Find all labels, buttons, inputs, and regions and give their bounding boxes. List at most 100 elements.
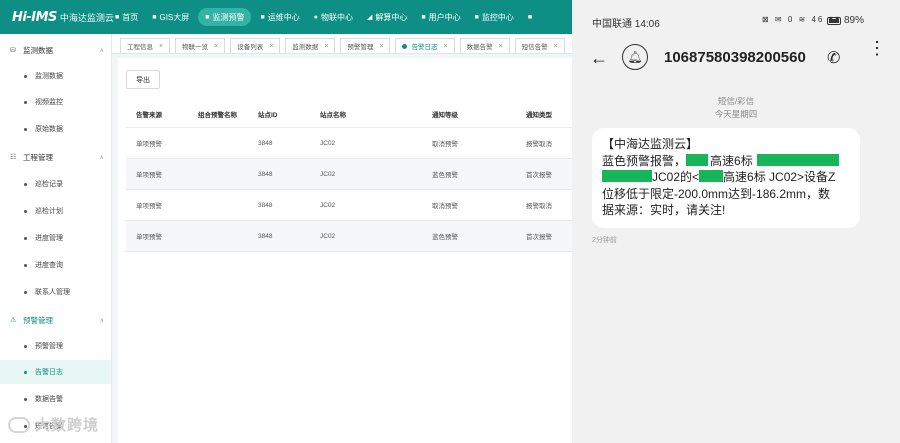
- table-row[interactable]: 单项预警 3848 JC02 取消预警 报警取消: [126, 190, 572, 221]
- tab-sms-alarm[interactable]: 短信告警 ×: [514, 38, 565, 53]
- table-cell: 取消预警: [432, 203, 458, 210]
- nav-item-more[interactable]: ■: [521, 0, 542, 34]
- sidebar-item-data-alarm[interactable]: 数据告警: [0, 387, 111, 411]
- phone-call-icon[interactable]: ✆: [827, 48, 840, 68]
- nav-label: 监控中心: [481, 12, 514, 22]
- table-cell: 3848: [258, 232, 273, 240]
- sidebar-item-label: 数据告警: [35, 396, 63, 403]
- phone-sms-screen: 中国联通 14:06 ⊠ ✉ 0 ≋ 46 ▮▮ 89% ← 🔔︎ 106875…: [572, 0, 900, 443]
- nav-label: 物联中心: [320, 12, 353, 22]
- sidebar-item-label: 预警管理: [35, 343, 63, 350]
- sidebar-group-label: 工程管理: [23, 152, 53, 162]
- table-row[interactable]: 单项预警 3848 JC02 蓝色预警 首次报警: [126, 221, 572, 252]
- message-line: 据来源：实时，请关注!: [602, 203, 726, 217]
- nav-item-analysis[interactable]: ◢ 解算中心: [360, 0, 414, 34]
- alarm-log-table: 告警来源 组合预警名称 站点ID 站点名称 通知等级 通知类型 单项预警 384…: [126, 100, 572, 252]
- sidebar-item-inspection-record[interactable]: 巡检记录: [0, 172, 111, 196]
- tab-label: 数据告警: [466, 44, 493, 51]
- tab-project-info[interactable]: 工程信息 ×: [120, 38, 171, 53]
- message-type-label: 短信/彩信: [717, 96, 755, 106]
- nav-item-iot[interactable]: ● 物联中心: [307, 0, 360, 34]
- close-icon[interactable]: ×: [269, 43, 273, 50]
- close-icon[interactable]: ×: [159, 43, 163, 50]
- app-logo[interactable]: Hi-IMS 中海达监测云: [0, 0, 114, 34]
- table-cell: JC02: [320, 232, 336, 240]
- tab-label: 短信告警: [521, 44, 548, 51]
- more-icon: ■: [527, 13, 533, 21]
- message-text: JC02的<: [652, 170, 700, 184]
- sidebar-group-engineering[interactable]: ☷ 工程管理 ∧: [0, 149, 112, 165]
- sidebar-item-monitor-data[interactable]: 监测数据: [0, 64, 111, 88]
- logo-mark: Hi-IMS: [12, 9, 57, 25]
- alarm-icon: ⚠: [10, 317, 17, 324]
- table-row[interactable]: 单项预警 3848 JC02 蓝色预警 首次报警: [126, 159, 572, 190]
- nav-item-monitor-warning[interactable]: ■ 监测预警: [198, 8, 252, 26]
- column-header: 通知类型: [526, 111, 552, 119]
- close-icon[interactable]: ×: [499, 43, 503, 50]
- sidebar-item-contacts[interactable]: 联系人管理: [0, 280, 111, 304]
- table-cell: 3848: [258, 201, 273, 209]
- sidebar-item-label: 视频监控: [35, 99, 63, 106]
- tab-iot-overview[interactable]: 物联一览 ×: [175, 38, 226, 53]
- control-icon: ■: [474, 13, 479, 21]
- sms-message-bubble[interactable]: 【中海达监测云】 蓝色预警报警， 高速6标 JC02的< 高速6标 JC02>设备Z…: [592, 128, 860, 228]
- chevron-up-icon: ∧: [99, 317, 104, 324]
- export-button[interactable]: 导出: [126, 70, 160, 89]
- sidebar-item-label: 告警日志: [35, 369, 63, 376]
- close-icon[interactable]: ×: [443, 43, 447, 50]
- table-cell: 单项预警: [136, 141, 162, 148]
- status-bar: 中国联通 14:06 ⊠ ✉ 0 ≋ 46 ▮▮ 89%: [572, 0, 900, 40]
- sidebar-group-monitor-data[interactable]: ⛁ 监测数据 ∧: [0, 42, 112, 58]
- tab-alarm-log[interactable]: 告警日志 ×: [395, 38, 455, 53]
- nav-label: 运维中心: [267, 12, 300, 22]
- nav-item-ops[interactable]: ■ 运维中心: [253, 0, 306, 34]
- bullet-icon: [24, 127, 27, 131]
- tab-warning-manage[interactable]: 预警管理 ×: [340, 38, 391, 53]
- message-line: JC02的< 高速6标 JC02>设备Z: [602, 169, 850, 186]
- sidebar-item-label: 联系人管理: [35, 289, 70, 296]
- redaction-block: [699, 170, 724, 182]
- data-icon: ⛁: [10, 47, 16, 54]
- more-vertical-icon[interactable]: ⋮: [868, 39, 886, 57]
- nav-label: 监测预警: [212, 12, 245, 22]
- nav-item-control[interactable]: ■ 监控中心: [468, 0, 521, 34]
- nav-label: 用户中心: [428, 12, 461, 22]
- bullet-icon: [24, 397, 27, 401]
- sidebar-item-label: 巡检记录: [35, 181, 63, 188]
- close-icon[interactable]: ×: [554, 43, 558, 50]
- sidebar-item-raw-data[interactable]: 原始数据: [0, 117, 111, 141]
- bullet-icon: [24, 263, 27, 267]
- close-icon[interactable]: ×: [324, 43, 328, 50]
- nav-item-gis[interactable]: ■ GIS大屏: [145, 0, 196, 34]
- nav-label: 首页: [122, 12, 139, 22]
- sidebar-group-warning[interactable]: ⚠ 预警管理 ∧: [0, 312, 112, 328]
- sidebar-group-label: 监测数据: [23, 45, 53, 55]
- sidebar-item-progress-query[interactable]: 进度查询: [0, 253, 111, 277]
- main-content: 导出 告警来源 组合预警名称 站点ID 站点名称 通知等级 通知类型 单项预警 …: [118, 58, 572, 443]
- bullet-icon: [24, 290, 27, 294]
- table-row[interactable]: 单项预警 3848 JC02 取消预警 报警取消: [126, 128, 572, 159]
- tab-monitor-data[interactable]: 监测数据 ×: [285, 38, 336, 53]
- sidebar-item-inspection-plan[interactable]: 巡检计划: [0, 199, 111, 223]
- sidebar-item-alarm-log[interactable]: 告警日志: [0, 360, 111, 384]
- tab-data-alarm[interactable]: 数据告警 ×: [459, 38, 510, 53]
- map-icon: ■: [152, 13, 157, 21]
- sidebar-item-warning-manage[interactable]: 预警管理: [0, 334, 111, 358]
- battery-indicator: 89%: [827, 15, 864, 26]
- sidebar-item-progress-manage[interactable]: 进度管理: [0, 226, 111, 250]
- close-icon[interactable]: ×: [379, 43, 383, 50]
- active-dot-icon: [402, 43, 408, 49]
- nav-item-user[interactable]: ■ 用户中心: [414, 0, 467, 34]
- table-cell: 3848: [258, 170, 273, 178]
- close-icon[interactable]: ×: [214, 43, 218, 50]
- message-text: 蓝色预警报警，: [602, 153, 687, 168]
- notification-bell-icon[interactable]: 🔔︎: [622, 44, 648, 70]
- column-header: 告警来源: [136, 111, 162, 119]
- table-cell: 首次报警: [526, 234, 552, 241]
- sidebar-item-video[interactable]: 视频监控: [0, 90, 111, 114]
- message-line: 蓝色预警报警， 高速6标: [602, 153, 850, 170]
- tab-device-list[interactable]: 设备列表 ×: [230, 38, 281, 53]
- table-cell: JC02: [320, 201, 336, 209]
- back-arrow-icon[interactable]: ←: [590, 48, 610, 68]
- screenshot-root: Hi-IMS 中海达监测云 ■ 首页 ■ GIS大屏 ■ 监测预警 ■ 运维中心 ● 物联…: [0, 0, 900, 443]
